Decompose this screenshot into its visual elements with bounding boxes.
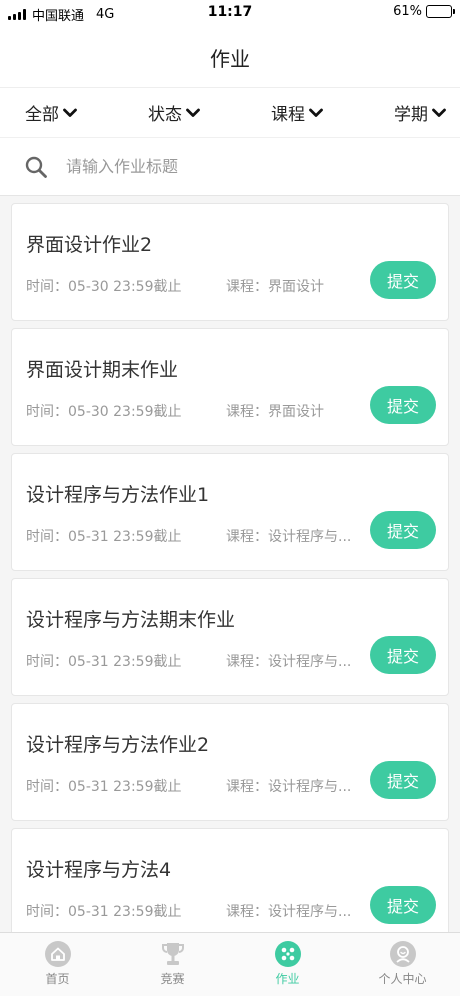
assignment-deadline: 时间：05-30 23:59截止 — [26, 279, 182, 295]
assignment-course: 课程：设计程序与... — [226, 779, 352, 795]
assignment-deadline: 时间：05-31 23:59截止 — [26, 904, 182, 920]
filter-all[interactable]: 全部 — [25, 100, 77, 125]
search-input[interactable] — [66, 157, 436, 176]
filter-course[interactable]: 课程 — [271, 100, 323, 125]
filter-label: 学期 — [394, 105, 428, 125]
assignment-course: 课程：界面设计 — [226, 404, 324, 420]
tab-label: 个人中心 — [378, 972, 427, 986]
submit-button[interactable]: 提交 — [370, 636, 436, 674]
assignment-card[interactable]: 设计程序与方法期末作业 时间：05-31 23:59截止 课程：设计程序与...… — [11, 578, 449, 696]
filter-label: 状态 — [148, 105, 182, 125]
search-icon — [25, 156, 47, 178]
assignment-deadline: 时间：05-30 23:59截止 — [26, 404, 182, 420]
filter-label: 全部 — [25, 105, 59, 125]
assignment-title: 界面设计作业2 — [26, 234, 153, 256]
submit-button[interactable]: 提交 — [370, 886, 436, 924]
assignment-card[interactable]: 设计程序与方法作业1 时间：05-31 23:59截止 课程：设计程序与... … — [11, 453, 449, 571]
battery-percent: 61% — [393, 4, 422, 19]
filter-semester[interactable]: 学期 — [394, 100, 446, 125]
status-right: 61% — [393, 4, 455, 19]
assignment-title: 设计程序与方法作业1 — [26, 484, 210, 506]
assignment-title: 设计程序与方法4 — [26, 859, 172, 881]
tab-label: 首页 — [45, 972, 70, 986]
assignment-course: 课程：设计程序与... — [226, 654, 352, 670]
submit-button[interactable]: 提交 — [370, 761, 436, 799]
chevron-down-icon — [432, 108, 446, 117]
tab-label: 作业 — [275, 972, 300, 986]
assignment-list: 界面设计作业2 时间：05-30 23:59截止 课程：界面设计 提交 界面设计… — [0, 197, 460, 932]
assignment-course: 课程：界面设计 — [226, 279, 324, 295]
assignment-card[interactable]: 设计程序与方法作业2 时间：05-31 23:59截止 课程：设计程序与... … — [11, 703, 449, 821]
nav-bar: 作业 — [0, 28, 460, 88]
submit-button[interactable]: 提交 — [370, 511, 436, 549]
tab-label: 竞赛 — [160, 972, 185, 986]
assignment-title: 设计程序与方法期末作业 — [26, 609, 236, 631]
filter-label: 课程 — [271, 105, 305, 125]
assignment-meta: 时间：05-30 23:59截止 课程：界面设计 — [26, 276, 358, 296]
tab-home[interactable]: 首页 — [0, 933, 115, 996]
status-bar: 中国联通 4G 11:17 61% — [0, 0, 460, 28]
assignment-title: 界面设计期末作业 — [26, 359, 179, 381]
assignment-meta: 时间：05-30 23:59截止 课程：界面设计 — [26, 401, 358, 421]
submit-button[interactable]: 提交 — [370, 386, 436, 424]
search-bar — [0, 138, 460, 196]
assignment-course: 课程：设计程序与... — [226, 529, 352, 545]
assignment-card[interactable]: 界面设计作业2 时间：05-30 23:59截止 课程：界面设计 提交 — [11, 203, 449, 321]
home-icon — [44, 941, 71, 967]
tab-bar: 首页 竞赛 作业 个人中心 — [0, 932, 460, 996]
submit-button[interactable]: 提交 — [370, 261, 436, 299]
assignment-card[interactable]: 设计程序与方法4 时间：05-31 23:59截止 课程：设计程序与... 提交 — [11, 828, 449, 932]
assignment-card[interactable]: 界面设计期末作业 时间：05-30 23:59截止 课程：界面设计 提交 — [11, 328, 449, 446]
assignment-meta: 时间：05-31 23:59截止 课程：设计程序与... — [26, 526, 358, 546]
tab-profile[interactable]: 个人中心 — [345, 933, 460, 996]
filter-bar: 全部 状态 课程 学期 — [0, 88, 460, 138]
assignment-icon — [274, 941, 301, 967]
assignment-meta: 时间：05-31 23:59截止 课程：设计程序与... — [26, 776, 358, 796]
chevron-down-icon — [63, 108, 77, 117]
tab-assignments[interactable]: 作业 — [230, 933, 345, 996]
battery-icon — [426, 5, 455, 18]
clock: 11:17 — [207, 4, 253, 20]
chevron-down-icon — [186, 108, 200, 117]
tab-competition[interactable]: 竞赛 — [115, 933, 230, 996]
assignment-meta: 时间：05-31 23:59截止 课程：设计程序与... — [26, 651, 358, 671]
page-title: 作业 — [210, 47, 250, 71]
assignment-course: 课程：设计程序与... — [226, 904, 352, 920]
trophy-icon — [161, 943, 184, 965]
assignment-deadline: 时间：05-31 23:59截止 — [26, 654, 182, 670]
assignment-deadline: 时间：05-31 23:59截止 — [26, 779, 182, 795]
filter-status[interactable]: 状态 — [148, 100, 200, 125]
chevron-down-icon — [309, 108, 323, 117]
assignment-deadline: 时间：05-31 23:59截止 — [26, 529, 182, 545]
assignment-title: 设计程序与方法作业2 — [26, 734, 210, 756]
assignment-meta: 时间：05-31 23:59截止 课程：设计程序与... — [26, 901, 358, 921]
profile-icon — [389, 941, 416, 967]
